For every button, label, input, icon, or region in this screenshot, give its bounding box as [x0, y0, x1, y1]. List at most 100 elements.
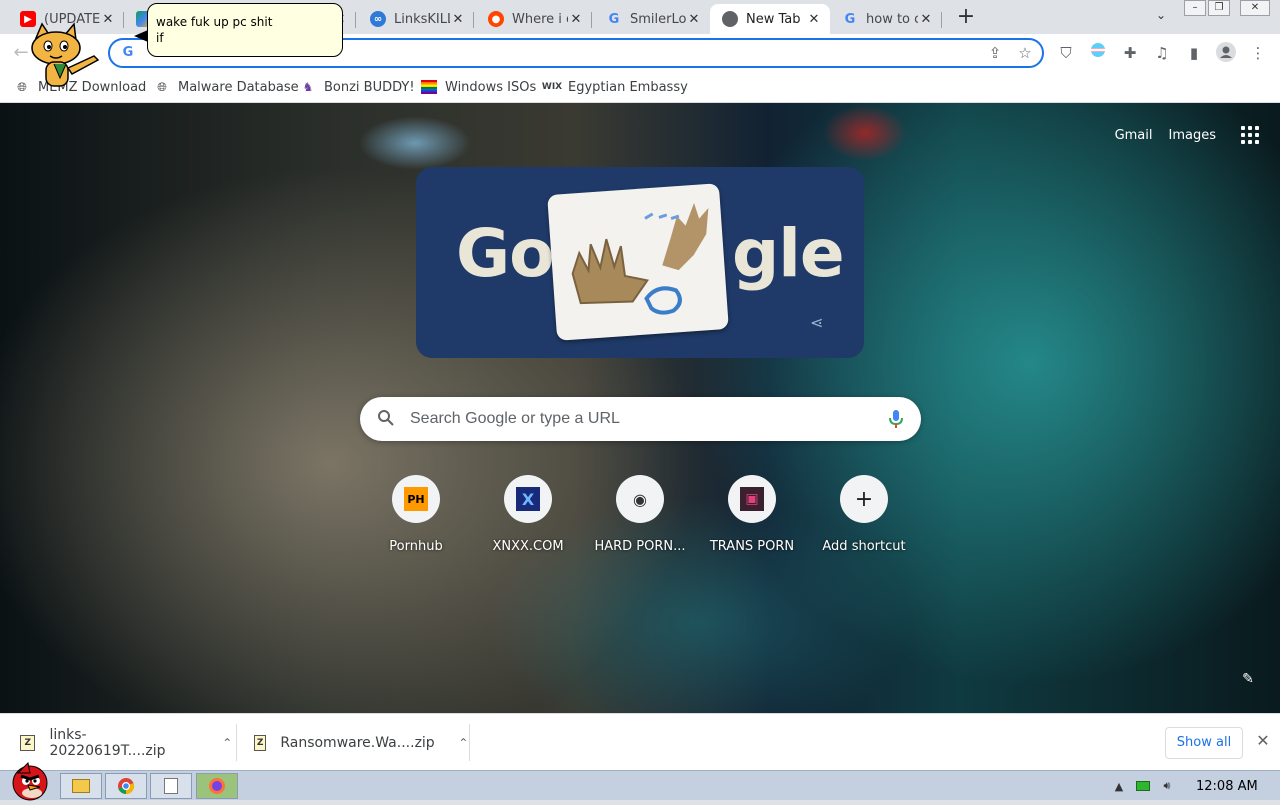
reddit-icon: ●	[488, 11, 504, 27]
shortcut-tile: ◉	[616, 475, 664, 523]
taskbar-firefox[interactable]	[196, 773, 238, 799]
shortcut-pornhub[interactable]: PH Pornhub	[360, 473, 472, 563]
zip-file-icon: Z	[254, 734, 267, 751]
bookmark-egyptian-embassy[interactable]: WIX Egyptian Embassy	[542, 77, 688, 97]
pornhub-icon: PH	[404, 487, 428, 511]
rainbow-flag-icon	[421, 79, 437, 95]
battery-icon[interactable]	[1134, 777, 1152, 795]
links-icon: ∞	[370, 11, 386, 27]
download-item[interactable]: Z Ransomware.Wa....zip ⌃	[234, 714, 470, 771]
search-input[interactable]	[410, 409, 860, 429]
gmail-link[interactable]: Gmail	[1115, 128, 1153, 143]
restore-button[interactable]: ❐	[1208, 0, 1230, 16]
taskbar-explorer[interactable]	[60, 773, 102, 799]
doodle-letters-right: gle	[732, 215, 845, 292]
microphone-icon[interactable]	[889, 409, 903, 429]
bookmark-bonzi-buddy[interactable]: ♞ Bonzi BUDDY!	[300, 77, 415, 97]
tab-title: Where i c	[512, 11, 568, 27]
shortcut-hard-porn[interactable]: ◉ HARD PORN...	[584, 473, 696, 563]
tab-title: New Tab	[746, 11, 801, 27]
shortcut-tile: X	[504, 475, 552, 523]
profile-avatar-icon[interactable]	[1215, 42, 1237, 64]
bookmark-star-icon[interactable]: ☆	[1016, 44, 1034, 62]
shortcut-tile: PH	[392, 475, 440, 523]
volume-icon[interactable]: 🔊︎	[1158, 777, 1176, 795]
media-control-icon[interactable]: ♫	[1151, 42, 1173, 64]
download-filename: Ransomware.Wa....zip	[280, 734, 435, 751]
tab-reddit[interactable]: ● Where i c ✕	[476, 4, 592, 34]
taskbar-chrome[interactable]	[105, 773, 147, 799]
close-icon[interactable]: ✕	[450, 11, 466, 27]
tab-new-tab[interactable]: New Tab ✕	[710, 4, 830, 34]
bubble-line-1: wake fuk up pc shit	[156, 15, 273, 29]
system-tray: ▲ 🔊︎ 12:08 AM	[1110, 771, 1258, 801]
close-icon[interactable]: ✕	[918, 11, 934, 27]
close-icon[interactable]: ✕	[1254, 732, 1272, 750]
folder-icon	[72, 779, 90, 793]
extension-flag-icon[interactable]	[1087, 42, 1109, 64]
search-icon	[376, 409, 396, 429]
download-filename: links-20220619T....zip	[49, 726, 166, 759]
side-panel-icon[interactable]: ▮	[1183, 42, 1205, 64]
customize-pencil-icon[interactable]: ✎	[1238, 671, 1258, 691]
speech-bubble-tail	[134, 30, 148, 42]
doodle-handprint-card	[547, 183, 729, 341]
close-icon[interactable]: ✕	[806, 11, 822, 27]
close-icon[interactable]: ✕	[686, 11, 702, 27]
download-shelf: Z links-20220619T....zip ⌃ Z Ransomware.…	[0, 713, 1280, 770]
bookmark-malware-database[interactable]: 🌐︎ Malware Database	[154, 77, 298, 97]
shortcut-xnxx[interactable]: X XNXX.COM	[472, 473, 584, 563]
tab-separator	[941, 12, 942, 28]
new-tab-button[interactable]: +	[954, 6, 978, 30]
globe-icon: 🌐︎	[157, 79, 167, 94]
tab-title: SmilerLo	[630, 11, 686, 27]
shortcut-label: HARD PORN...	[594, 539, 686, 554]
bookmark-label: Bonzi BUDDY!	[324, 79, 415, 95]
app-window-icon	[164, 778, 178, 794]
clock[interactable]: 12:08 AM	[1196, 779, 1258, 794]
tab-how-to[interactable]: G how to c ✕	[830, 4, 942, 34]
bookmark-windows-isos[interactable]: Windows ISOs	[421, 77, 536, 97]
ublock-shield-icon[interactable]: ⛉	[1055, 42, 1077, 64]
google-doodle[interactable]: Go gle ⋖	[416, 167, 864, 358]
show-all-button[interactable]: Show all	[1165, 727, 1243, 759]
start-button-angry-bird-icon[interactable]	[8, 759, 52, 801]
google-icon: G	[608, 11, 620, 27]
tab-separator	[355, 12, 356, 28]
speech-bubble: wake fuk up pc shit if	[147, 3, 343, 57]
shortcut-label: Add shortcut	[822, 539, 906, 554]
close-icon[interactable]: ✕	[568, 11, 584, 27]
add-shortcut-button[interactable]: + Add shortcut	[808, 473, 920, 563]
tray-expand-arrow-icon[interactable]: ▲	[1110, 777, 1128, 795]
desktop-pet-cat[interactable]	[24, 20, 114, 92]
shortcut-trans-porn[interactable]: ▣ TRANS PORN	[696, 473, 808, 563]
shortcuts-grid: PH Pornhub X XNXX.COM ◉ HARD PORN... ▣ T…	[360, 473, 920, 563]
top-links: Gmail Images	[1115, 123, 1262, 147]
shortcut-tile: ▣	[728, 475, 776, 523]
apps-grid-icon[interactable]	[1238, 123, 1262, 147]
menu-kebab-icon[interactable]: ⋮	[1247, 42, 1269, 64]
chrome-icon	[118, 778, 135, 795]
firefox-icon	[209, 778, 225, 794]
google-icon: G	[122, 45, 134, 60]
trans-porn-icon: ▣	[740, 487, 764, 511]
shortcut-label: Pornhub	[389, 539, 443, 554]
images-link[interactable]: Images	[1169, 128, 1217, 143]
window-close-button[interactable]: ✕	[1240, 0, 1270, 16]
plus-icon: +	[854, 486, 874, 512]
tab-linkskill[interactable]: ∞ LinksKILL ✕	[358, 4, 474, 34]
zip-file-icon: Z	[20, 734, 36, 751]
tab-search-chevron-icon[interactable]: ⌄	[1152, 8, 1170, 26]
search-box[interactable]	[360, 397, 921, 441]
share-icon[interactable]: ⋖	[810, 313, 823, 332]
tab-smilerlo[interactable]: G SmilerLo ✕	[594, 4, 710, 34]
taskbar-app[interactable]	[150, 773, 192, 799]
tab-title: how to c	[866, 11, 918, 27]
extensions-puzzle-icon[interactable]: ✚	[1119, 42, 1141, 64]
shortcut-tile: +	[840, 475, 888, 523]
raccoon-icon: ◉	[633, 489, 647, 509]
bookmark-label: Egyptian Embassy	[568, 79, 688, 95]
minimize-button[interactable]: –	[1184, 0, 1206, 16]
chevron-up-icon[interactable]: ⌃	[457, 736, 470, 750]
share-icon[interactable]: ⇪	[986, 44, 1004, 62]
